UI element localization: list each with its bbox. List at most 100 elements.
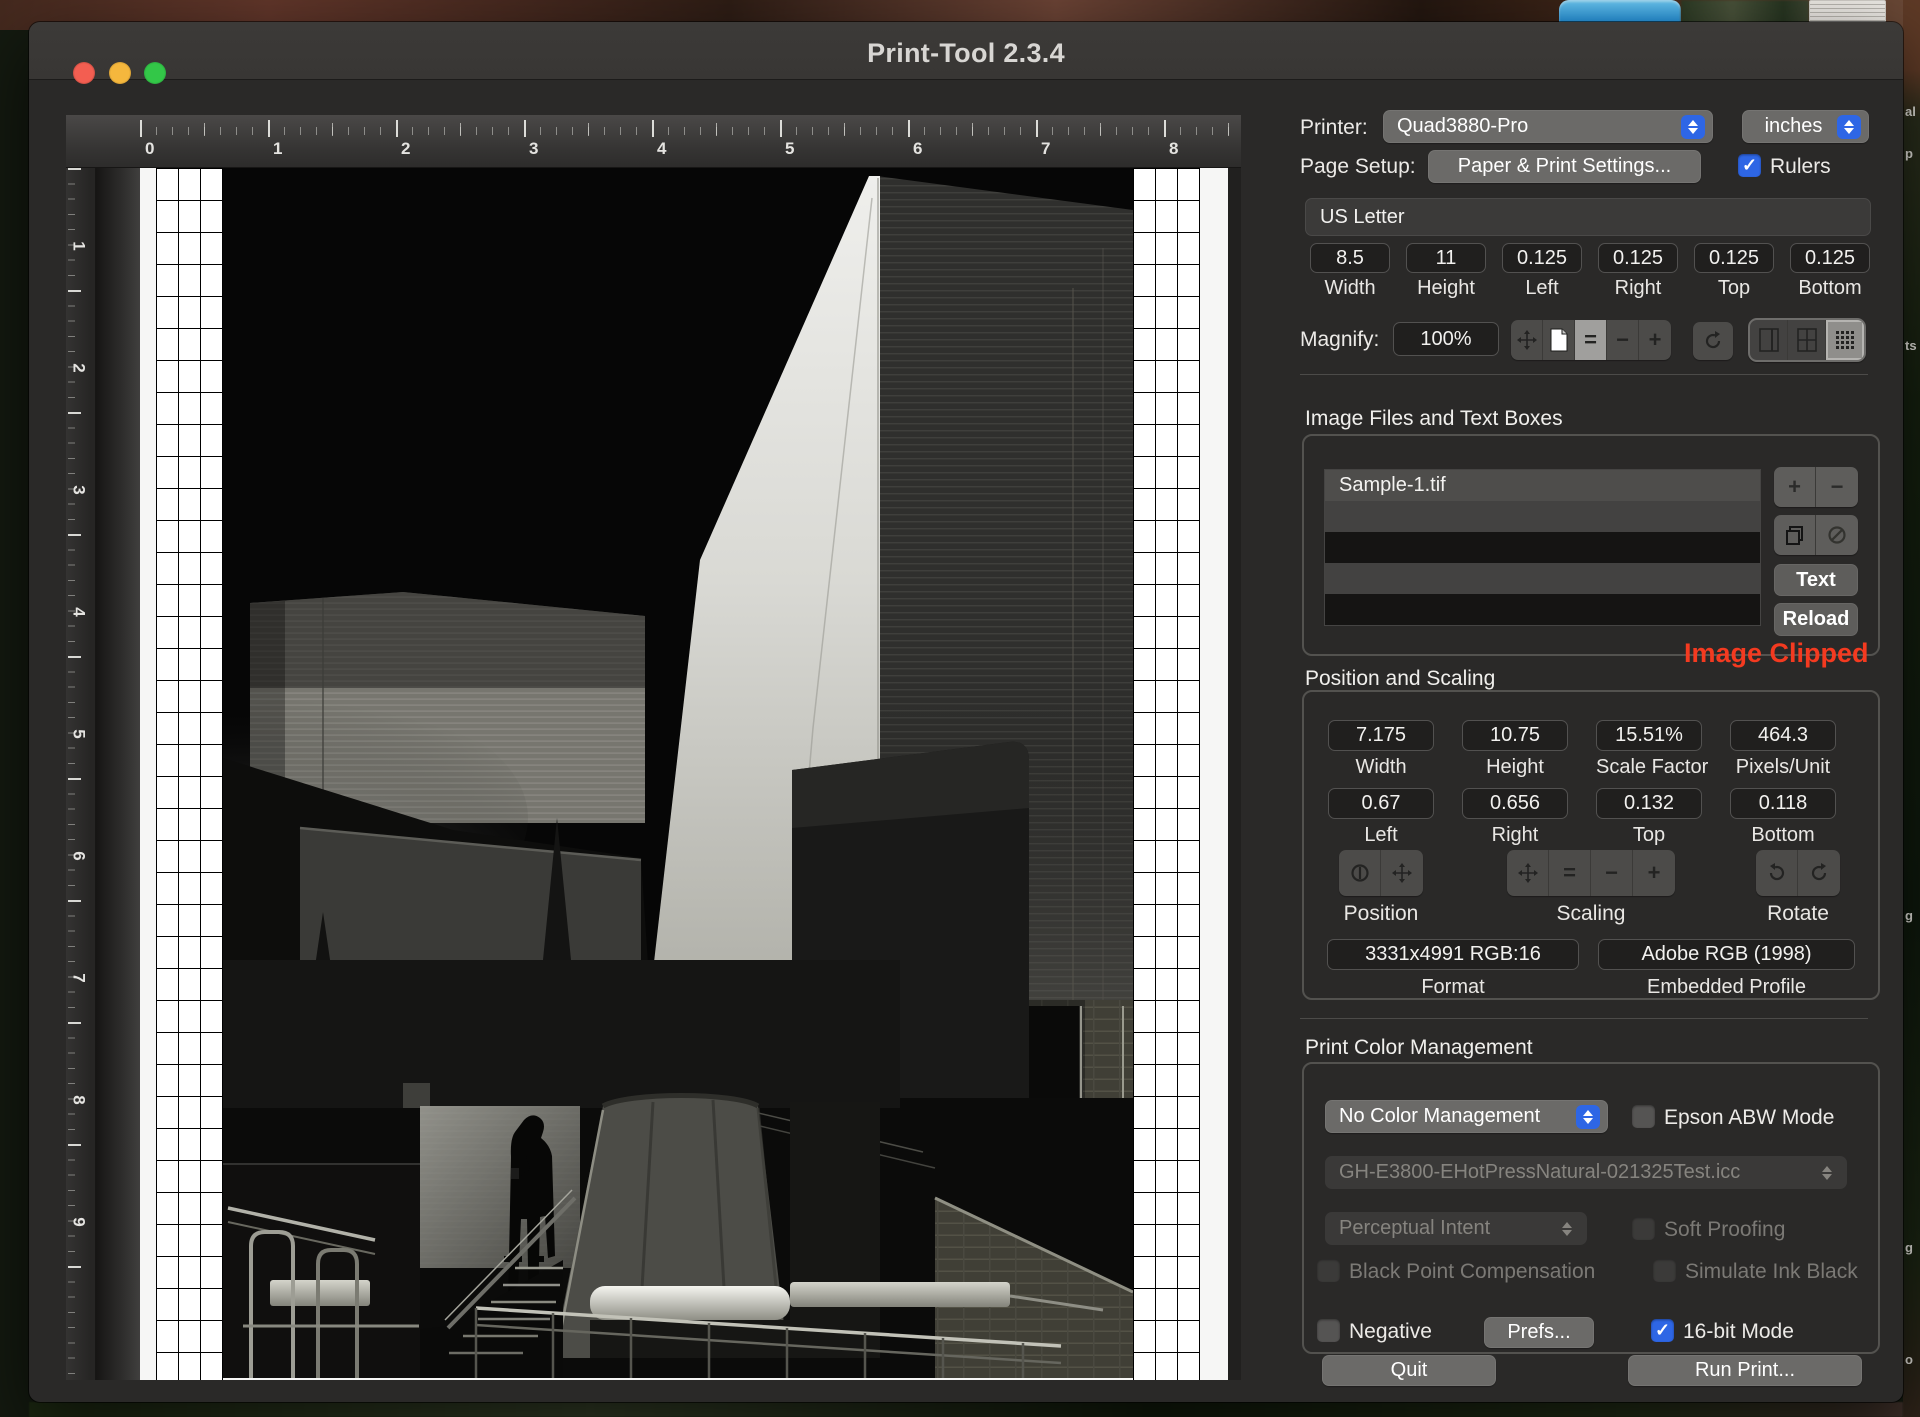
center-position-button[interactable] <box>1339 850 1381 896</box>
section-divider <box>1300 374 1868 375</box>
file-list[interactable]: Sample-1.tif <box>1324 469 1761 626</box>
text-button[interactable]: Text <box>1774 564 1858 596</box>
move-arrows-icon <box>1518 863 1538 883</box>
position-control-label: Position <box>1339 902 1423 926</box>
rotate-cw-button[interactable] <box>1798 850 1840 896</box>
dimension-value[interactable]: 0.125 <box>1790 243 1870 273</box>
dimension-value[interactable]: 0.125 <box>1598 243 1678 273</box>
file-list-empty-row[interactable] <box>1325 501 1760 532</box>
preview-canvas[interactable]: 012345678 123456789 <box>66 115 1241 1380</box>
dimension-value[interactable]: 0.125 <box>1502 243 1582 273</box>
position-field: 7.175 Width <box>1328 720 1434 779</box>
stepper-icon <box>1837 115 1861 139</box>
file-list-empty-row[interactable] <box>1325 594 1760 625</box>
printer-dropdown[interactable]: Quad3880-Pro <box>1383 110 1713 143</box>
desktop-icon-label-fragment: p <box>1905 146 1920 161</box>
position-value[interactable]: 0.67 <box>1328 788 1434 819</box>
stepper-icon <box>1815 1161 1839 1185</box>
view-single-button[interactable] <box>1750 320 1788 360</box>
view-grid-button[interactable] <box>1826 320 1864 360</box>
soft-proofing-checkbox[interactable] <box>1632 1217 1655 1240</box>
position-value[interactable]: 0.132 <box>1596 788 1702 819</box>
position-value[interactable]: 0.118 <box>1730 788 1836 819</box>
run-print-button[interactable]: Run Print... <box>1628 1355 1862 1386</box>
page-setup-button[interactable]: Paper & Print Settings... <box>1428 150 1701 183</box>
page-preview[interactable] <box>140 168 1228 1380</box>
position-field: 0.132 Top <box>1596 788 1702 847</box>
position-field-label: Width <box>1328 756 1434 779</box>
dimension-value[interactable]: 11 <box>1406 243 1486 273</box>
view-split-button[interactable] <box>1788 320 1826 360</box>
scale-actual-button[interactable]: = <box>1549 850 1591 896</box>
zoom-in-button[interactable]: + <box>1639 320 1671 360</box>
pan-tool-button[interactable] <box>1511 320 1543 360</box>
paper-size-box[interactable]: US Letter <box>1305 198 1871 236</box>
dimension-label: Top <box>1694 277 1774 300</box>
nudge-position-button[interactable] <box>1381 850 1423 896</box>
magnify-segmented-control: = − + <box>1511 320 1671 360</box>
position-control <box>1339 850 1423 896</box>
rendering-intent-dropdown[interactable]: Perceptual Intent <box>1325 1212 1587 1245</box>
zoom-out-button[interactable]: − <box>1607 320 1639 360</box>
dimension-value[interactable]: 0.125 <box>1694 243 1774 273</box>
position-value[interactable]: 464.3 <box>1730 720 1836 751</box>
ruler-number: 6 <box>913 139 922 159</box>
vertical-ruler: 123456789 <box>66 168 96 1380</box>
prefs-button[interactable]: Prefs... <box>1484 1317 1594 1348</box>
horizontal-ruler: 012345678 <box>66 115 1241 168</box>
duplicate-button[interactable] <box>1774 515 1816 555</box>
embedded-profile-value: Adobe RGB (1998) <box>1598 939 1855 970</box>
desktop-icon-label-fragment: o <box>1905 1352 1920 1367</box>
rotate-cw-icon <box>1808 862 1830 884</box>
position-value[interactable]: 7.175 <box>1328 720 1434 751</box>
ruler-number: 8 <box>69 1095 89 1104</box>
fit-page-button[interactable] <box>1543 320 1575 360</box>
rotate-cw-icon <box>1702 330 1724 352</box>
epson-abw-checkbox[interactable] <box>1632 1105 1655 1128</box>
remove-file-button[interactable]: − <box>1816 467 1858 507</box>
icc-profile-dropdown[interactable]: GH-E3800-EHotPressNatural-021325Test.icc <box>1325 1156 1847 1189</box>
scale-down-button[interactable]: − <box>1591 850 1633 896</box>
desktop-blue-folder-icon <box>1559 0 1681 24</box>
split-page-view-icon <box>1797 328 1817 352</box>
refresh-preview-button[interactable] <box>1693 322 1733 360</box>
reload-button[interactable]: Reload <box>1774 603 1858 636</box>
rulers-label: Rulers <box>1770 155 1831 179</box>
position-value[interactable]: 0.656 <box>1462 788 1568 819</box>
disable-button[interactable] <box>1816 515 1858 555</box>
ruler-number: 7 <box>1041 139 1050 159</box>
zoom-actual-button[interactable]: = <box>1575 320 1607 360</box>
bit16-mode-checkbox[interactable]: ✓ <box>1651 1319 1674 1342</box>
printer-label: Printer: <box>1300 116 1368 140</box>
file-list-empty-row[interactable] <box>1325 532 1760 563</box>
soft-proofing-label: Soft Proofing <box>1664 1218 1785 1242</box>
scale-fit-button[interactable] <box>1507 850 1549 896</box>
ruler-number: 2 <box>401 139 410 159</box>
scale-up-button[interactable]: + <box>1633 850 1675 896</box>
file-list-empty-row[interactable] <box>1325 563 1760 594</box>
position-value[interactable]: 15.51% <box>1596 720 1702 751</box>
dimension-label: Height <box>1406 277 1486 300</box>
color-management-dropdown[interactable]: No Color Management <box>1325 1100 1608 1133</box>
magnify-value-field[interactable]: 100% <box>1393 322 1499 356</box>
add-file-button[interactable]: + <box>1774 467 1816 507</box>
preview-photo[interactable] <box>223 168 1133 1378</box>
rotate-ccw-button[interactable] <box>1756 850 1798 896</box>
ruler-number: 4 <box>69 607 89 616</box>
file-list-item[interactable]: Sample-1.tif <box>1325 470 1760 501</box>
units-dropdown[interactable]: inches <box>1742 110 1869 143</box>
simulate-ink-black-checkbox[interactable] <box>1653 1259 1676 1282</box>
negative-checkbox[interactable] <box>1317 1319 1340 1342</box>
black-point-compensation-checkbox[interactable] <box>1317 1259 1340 1282</box>
ruler-number: 4 <box>657 139 666 159</box>
position-value[interactable]: 10.75 <box>1462 720 1568 751</box>
app-window: Print-Tool 2.3.4 <box>29 22 1903 1402</box>
block-icon <box>1827 525 1847 545</box>
quit-button[interactable]: Quit <box>1322 1355 1496 1386</box>
page-dimension-field: 11 Height <box>1406 243 1486 300</box>
duplicate-icon <box>1785 525 1805 545</box>
dimension-value[interactable]: 8.5 <box>1310 243 1390 273</box>
title-bar[interactable]: Print-Tool 2.3.4 <box>29 22 1903 80</box>
rulers-checkbox[interactable]: ✓ <box>1738 154 1761 177</box>
black-point-compensation-label: Black Point Compensation <box>1349 1260 1595 1284</box>
